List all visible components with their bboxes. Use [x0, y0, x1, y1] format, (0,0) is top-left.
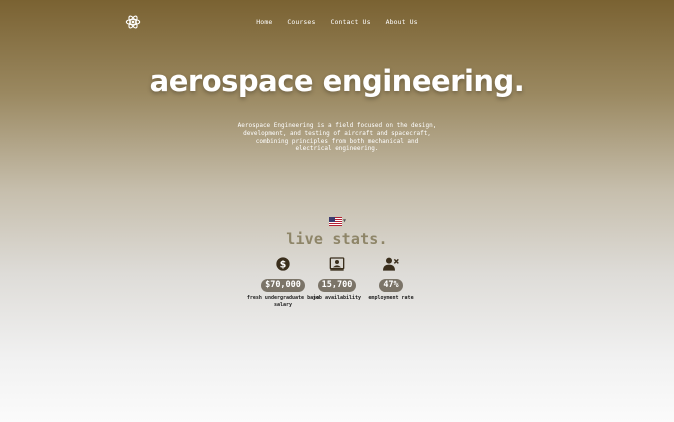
- language-selector[interactable]: ▼: [329, 217, 346, 226]
- top-navigation: Home Courses Contact Us About Us: [0, 0, 674, 44]
- nav-link-contact-us[interactable]: Contact Us: [330, 18, 370, 26]
- job-board-icon: [329, 257, 345, 271]
- chevron-down-icon: ▼: [343, 218, 347, 224]
- stat-employment-label: employment rate: [368, 295, 414, 301]
- hero-description: Aerospace Engineering is a field focused…: [237, 122, 437, 153]
- nav-link-home[interactable]: Home: [256, 18, 272, 26]
- hero-title: aerospace engineering.: [149, 64, 525, 98]
- user-remove-icon: [383, 257, 399, 271]
- stat-employment-value: 47%: [379, 279, 403, 292]
- stat-employment: 47% employment rate: [346, 256, 436, 302]
- nav-link-about-us[interactable]: About Us: [386, 18, 418, 26]
- us-flag-icon: [329, 217, 342, 226]
- stats-title: live stats.: [286, 230, 388, 248]
- svg-text:$: $: [280, 259, 287, 270]
- dollar-circle-icon: $: [276, 257, 290, 271]
- nav-links: Home Courses Contact Us About Us: [0, 18, 674, 26]
- nav-link-courses[interactable]: Courses: [287, 18, 315, 26]
